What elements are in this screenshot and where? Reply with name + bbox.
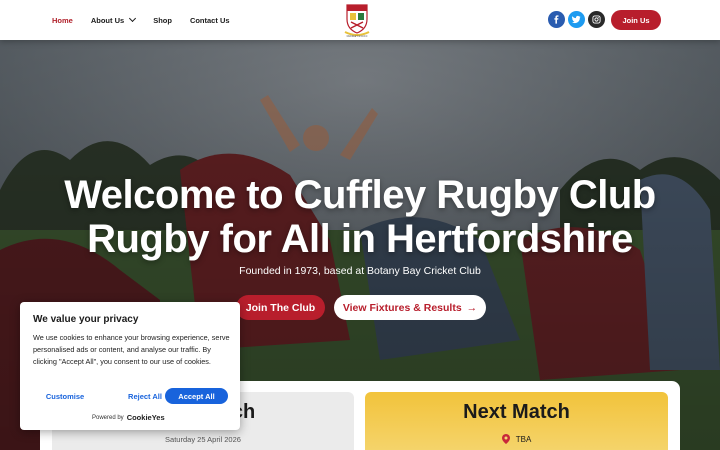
nav-home[interactable]: Home: [52, 16, 73, 25]
cookie-title: We value your privacy: [33, 314, 139, 325]
nav-shop[interactable]: Shop: [153, 16, 172, 25]
club-crest-icon: CUFFLEY R.U.F.C: [344, 4, 370, 38]
view-fixtures-label: View Fixtures & Results: [342, 301, 462, 314]
facebook-icon[interactable]: [548, 11, 565, 28]
social-links: [548, 11, 605, 28]
next-match-card: Next Match TBA: [365, 392, 668, 450]
join-the-club-button[interactable]: Join The Club: [236, 295, 325, 320]
cookie-powered-by[interactable]: Powered by CookieYes: [92, 413, 165, 422]
twitter-icon[interactable]: [568, 11, 585, 28]
next-match-title: Next Match: [463, 401, 570, 423]
nav-contact-us[interactable]: Contact Us: [190, 16, 230, 25]
next-match-venue: TBA: [365, 434, 668, 444]
arrow-right-icon: →: [466, 301, 478, 314]
cookie-accept-button[interactable]: Accept All: [165, 388, 228, 404]
view-fixtures-button[interactable]: View Fixtures & Results →: [334, 295, 486, 320]
main-nav: Home About Us Shop Contact Us: [52, 0, 248, 40]
powered-by-label: Powered by: [92, 414, 124, 421]
join-us-button[interactable]: Join Us: [611, 10, 661, 30]
hero-title: Welcome to Cuffley Rugby Club Rugby for …: [0, 173, 720, 261]
nav-about-us[interactable]: About Us: [90, 14, 137, 25]
club-logo[interactable]: CUFFLEY R.U.F.C: [341, 2, 373, 38]
site-header: Home About Us Shop Contact Us CUFFLEY R.…: [0, 0, 720, 40]
nav-about-us-label: About Us: [90, 15, 125, 25]
location-pin-icon: [501, 434, 510, 444]
cookie-consent-dialog: We value your privacy We use cookies to …: [20, 302, 240, 430]
cookie-customise-button[interactable]: Customise: [34, 388, 96, 404]
svg-text:CUFFLEY R.U.F.C: CUFFLEY R.U.F.C: [347, 35, 368, 38]
hero-subtitle: Founded in 1973, based at Botany Bay Cri…: [239, 265, 481, 277]
last-match-date: Saturday 25 April 2026: [165, 435, 241, 444]
next-match-venue-text: TBA: [515, 434, 532, 444]
hero-title-line-2: Rugby for All in Hertfordshire: [87, 217, 633, 261]
cookieyes-logo: CookieYes: [126, 413, 165, 422]
chevron-down-icon: [129, 14, 137, 23]
cookie-description: We use cookies to enhance your browsing …: [33, 333, 230, 366]
instagram-icon[interactable]: [588, 11, 605, 28]
hero-title-line-1: Welcome to Cuffley Rugby Club: [64, 173, 656, 217]
